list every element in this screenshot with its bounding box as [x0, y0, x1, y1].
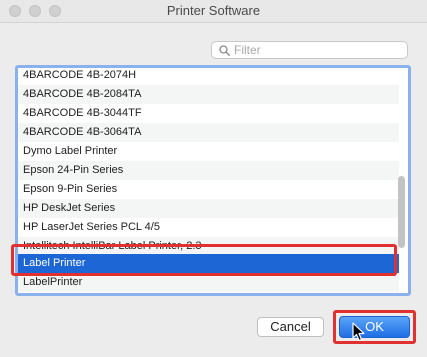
title-bar: Printer Software — [0, 0, 427, 23]
filter-input[interactable] — [234, 42, 404, 58]
list-item[interactable]: Epson 24-Pin Series — [18, 161, 399, 180]
list-item[interactable]: 4BARCODE 4B-2084TA — [18, 85, 399, 104]
list-item[interactable]: HP DeskJet Series — [18, 199, 399, 218]
list-item[interactable]: Dymo Label Printer — [18, 142, 399, 161]
list-item[interactable]: 4BARCODE 4B-3064TA — [18, 123, 399, 142]
mouse-pointer-icon — [352, 322, 365, 342]
cancel-button[interactable]: Cancel — [257, 317, 324, 337]
search-icon — [219, 45, 230, 56]
list-scrollbar[interactable] — [398, 176, 405, 248]
list-item[interactable]: HP LaserJet Series PCL 4/5 — [18, 218, 399, 237]
list-item[interactable]: 4BARCODE 4B-2074H — [18, 68, 399, 85]
filter-field[interactable] — [211, 41, 408, 59]
list-item[interactable]: 4BARCODE 4B-3044TF — [18, 104, 399, 123]
list-item[interactable]: Epson 9-Pin Series — [18, 180, 399, 199]
window-title: Printer Software — [166, 3, 261, 18]
ok-button[interactable]: OK — [339, 316, 410, 338]
selection-highlight-box — [11, 244, 397, 276]
